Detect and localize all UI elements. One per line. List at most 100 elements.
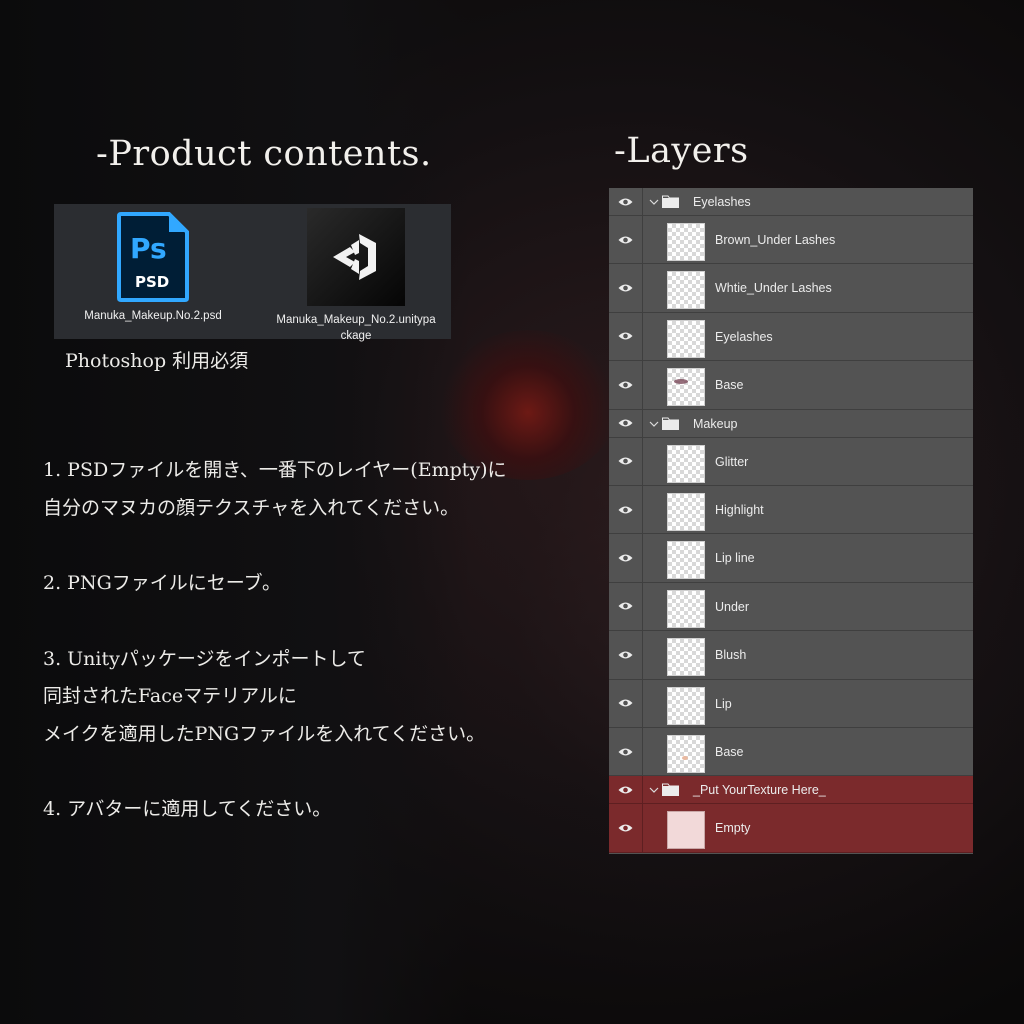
layer-item-empty[interactable]: Empty: [609, 804, 973, 853]
layer-group-name: Makeup: [693, 416, 738, 431]
layer-name: Blush: [715, 648, 747, 663]
eye-icon: [618, 786, 633, 794]
base-preview: [682, 755, 688, 760]
layer-group-name: _Put YourTexture Here_: [693, 783, 826, 798]
eye-icon: [618, 824, 633, 832]
layer-name: Glitter: [715, 454, 749, 469]
layer-name: Empty: [715, 821, 751, 836]
layer-thumbnail: [667, 734, 705, 773]
step-1-line-1: 1. PSDファイルを開き、一番下のレイヤー(Empty)に: [43, 459, 507, 481]
layer-item[interactable]: Whtie_Under Lashes: [609, 264, 973, 313]
product-contents-heading: -Product contents.: [96, 134, 432, 174]
layer-thumbnail: [667, 271, 705, 310]
layer-thumbnail: [667, 492, 705, 531]
layer-thumbnail: [667, 589, 705, 628]
layer-item[interactable]: Lip: [609, 679, 973, 728]
layer-group-name: Eyelashes: [693, 195, 751, 209]
unitypackage-name-line1: Manuka_Makeup_No.2.unitypa: [276, 314, 436, 326]
layer-thumbnail: [667, 319, 705, 358]
eye-icon: [618, 457, 633, 465]
step-3-line-3: メイクを適用したPNGファイルを入れてください。: [43, 722, 486, 745]
layer-item[interactable]: Lip line: [609, 534, 973, 583]
svg-text:PSD: PSD: [135, 273, 169, 291]
step-1-line-2: 自分のマヌカの顔テクスチャを入れてください。: [43, 496, 460, 519]
folder-icon: [662, 783, 679, 797]
step-4-line-1: 4. アバターに適用してください。: [43, 798, 332, 820]
eyelash-preview: [674, 379, 688, 385]
eye-icon: [618, 506, 633, 514]
layer-thumbnail: [667, 811, 705, 850]
visibility-toggle[interactable]: [609, 361, 643, 409]
layer-name: Lip line: [715, 551, 755, 566]
file-explorer-panel: Ps PSD Manuka_Makeup.No.2.psd Manuka_Mak…: [54, 204, 451, 342]
step-3-line-2: 同封されたFaceマテリアルに: [43, 685, 297, 707]
eye-icon: [618, 699, 633, 707]
layer-group-put-your-texture-here[interactable]: _Put YourTexture Here_: [609, 776, 973, 805]
visibility-toggle[interactable]: [609, 534, 643, 582]
visibility-toggle[interactable]: [609, 679, 643, 727]
layer-item[interactable]: Base: [609, 361, 973, 410]
layers-panel: Eyelashes Brown_Under Lashes Whtie_Under…: [609, 188, 973, 854]
layer-thumbnail: [667, 686, 705, 725]
visibility-toggle[interactable]: [609, 582, 643, 631]
visibility-toggle[interactable]: [609, 312, 643, 361]
folder-icon: [662, 417, 679, 430]
visibility-toggle[interactable]: [609, 727, 643, 776]
layer-item[interactable]: Highlight: [609, 485, 973, 535]
visibility-toggle[interactable]: [609, 437, 643, 485]
visibility-toggle[interactable]: [609, 264, 643, 312]
layer-name: Highlight: [715, 502, 764, 517]
layer-thumbnail: [667, 541, 705, 580]
eye-icon: [618, 198, 633, 205]
eye-icon: [618, 554, 633, 562]
photoshop-required-note: Photoshop 利用必須: [65, 350, 249, 372]
layer-thumbnail: [667, 368, 705, 407]
visibility-toggle[interactable]: [609, 216, 643, 264]
layer-thumbnail: [667, 444, 705, 483]
chevron-down-icon[interactable]: [649, 785, 659, 795]
layer-thumbnail: [667, 638, 705, 677]
eye-icon: [618, 236, 633, 244]
layer-name: Base: [715, 744, 744, 759]
layer-item[interactable]: Brown_Under Lashes: [609, 216, 973, 265]
unitypackage-file[interactable]: Manuka_Makeup_No.2.unitypa ckage: [266, 208, 446, 344]
eye-icon: [618, 284, 633, 292]
step-2-line-1: 2. PNGファイルにセーブ。: [43, 572, 282, 594]
layer-group-eyelashes[interactable]: Eyelashes: [609, 188, 973, 216]
chevron-down-icon[interactable]: [649, 197, 659, 207]
instructions: 1. PSDファイルを開き、一番下のレイヤー(Empty)に 自分のマヌカの顔テ…: [43, 452, 583, 829]
eye-icon: [618, 651, 633, 659]
layer-thumbnail: [667, 223, 705, 261]
photoshop-psd-icon: Ps PSD: [117, 212, 189, 302]
eye-icon: [618, 332, 633, 340]
visibility-toggle[interactable]: [609, 631, 643, 679]
layer-item[interactable]: Eyelashes: [609, 312, 973, 362]
layer-name: Whtie_Under Lashes: [715, 281, 832, 296]
visibility-toggle[interactable]: [609, 485, 643, 534]
layer-name: Brown_Under Lashes: [715, 233, 836, 247]
visibility-toggle[interactable]: [609, 776, 643, 804]
layer-name: Eyelashes: [715, 329, 773, 344]
layer-name: Base: [715, 378, 744, 393]
unity-logo-icon: [307, 208, 405, 306]
visibility-toggle[interactable]: [609, 804, 643, 852]
eye-icon: [618, 419, 633, 427]
eye-icon: [618, 748, 633, 756]
layer-group-makeup[interactable]: Makeup: [609, 409, 973, 438]
unitypackage-file-name: Manuka_Makeup_No.2.unitypa ckage: [266, 312, 446, 344]
folder-icon: [662, 195, 679, 208]
layer-item[interactable]: Glitter: [609, 437, 973, 486]
step-3-line-1: 3. Unityパッケージをインポートして: [43, 647, 366, 670]
layer-item[interactable]: Under: [609, 582, 973, 632]
psd-file-name: Manuka_Makeup.No.2.psd: [84, 310, 222, 322]
layer-item[interactable]: Blush: [609, 631, 973, 680]
layer-name: Under: [715, 599, 750, 614]
svg-text:Ps: Ps: [130, 232, 167, 265]
layer-item[interactable]: Base: [609, 727, 973, 777]
psd-file[interactable]: Ps PSD Manuka_Makeup.No.2.psd: [68, 210, 238, 324]
visibility-toggle[interactable]: [609, 409, 643, 437]
visibility-toggle[interactable]: [609, 188, 643, 215]
layers-heading: -Layers: [614, 131, 749, 171]
chevron-down-icon[interactable]: [649, 419, 659, 429]
eye-icon: [618, 381, 633, 389]
